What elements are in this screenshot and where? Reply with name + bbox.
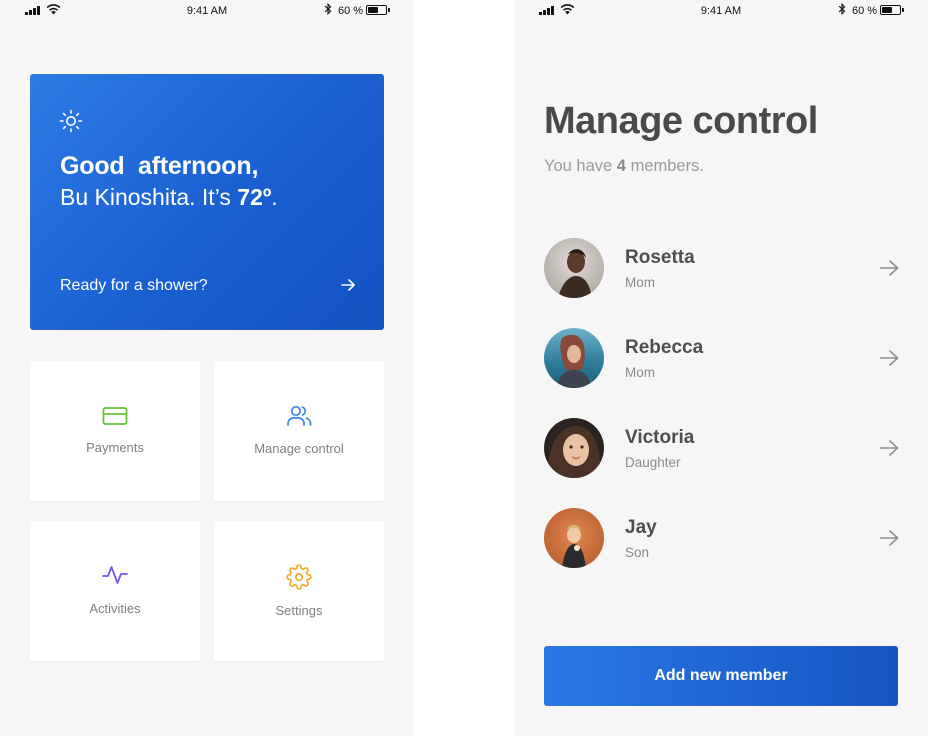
battery-icon xyxy=(366,5,390,15)
member-role: Mom xyxy=(625,365,655,380)
member-row-victoria[interactable]: Victoria Daughter xyxy=(544,418,900,478)
battery-level xyxy=(368,7,378,13)
manage-control-screen: 9:41 AM 60 % Manage control You have 4 m… xyxy=(514,0,928,736)
status-bar: 9:41 AM 60 % xyxy=(0,0,414,22)
member-name: Rebecca xyxy=(625,337,704,358)
payments-tile[interactable]: Payments xyxy=(30,361,200,501)
arrow-right-icon[interactable] xyxy=(879,439,899,457)
avatar xyxy=(544,508,604,568)
status-bar: 9:41 AM 60 % xyxy=(514,0,928,22)
manage-control-tile[interactable]: Manage control xyxy=(214,361,384,501)
payments-label: Payments xyxy=(86,440,144,455)
member-count: 4 xyxy=(616,157,626,175)
subtitle-suffix: members. xyxy=(625,157,704,175)
arrow-right-icon[interactable] xyxy=(879,259,899,277)
gear-icon xyxy=(286,564,312,590)
bluetooth-icon xyxy=(838,3,846,15)
greeting-card: Good afternoon, Bu Kinoshita. It’s 72º. … xyxy=(30,74,384,330)
home-screen: 9:41 AM 60 % Good afternoon, Bu Kinoshit… xyxy=(0,0,414,736)
member-name: Jay xyxy=(625,517,657,538)
users-icon xyxy=(287,405,312,426)
arrow-right-icon[interactable] xyxy=(879,529,899,547)
member-role: Son xyxy=(625,545,650,560)
settings-tile[interactable]: Settings xyxy=(214,521,384,661)
sun-icon xyxy=(59,109,83,133)
member-row-rebecca[interactable]: Rebecca Mom xyxy=(544,328,900,388)
activities-label: Activities xyxy=(89,601,141,616)
greeting-subtitle: Bu Kinoshita. It’s 72º. xyxy=(60,184,278,211)
arrow-right-icon[interactable] xyxy=(341,278,355,292)
battery-percent: 60 % xyxy=(852,5,878,17)
manage-control-label: Manage control xyxy=(254,441,344,456)
greeting-period: . xyxy=(271,184,278,210)
avatar xyxy=(544,238,604,298)
member-name: Victoria xyxy=(625,427,695,448)
member-name: Rosetta xyxy=(625,247,695,268)
bluetooth-icon xyxy=(324,3,332,15)
member-role: Daughter xyxy=(625,455,681,470)
page-title: Manage control xyxy=(544,100,818,142)
battery-level xyxy=(882,7,892,13)
members-count-text: You have 4 members. xyxy=(544,157,704,176)
member-role: Mom xyxy=(625,275,655,290)
shower-cta[interactable]: Ready for a shower? xyxy=(60,277,208,295)
battery-icon xyxy=(880,5,904,15)
avatar xyxy=(544,328,604,388)
credit-card-icon xyxy=(102,407,128,425)
avatar xyxy=(544,418,604,478)
greeting-word: Good xyxy=(60,152,125,180)
member-row-jay[interactable]: Jay Son xyxy=(544,508,900,568)
activities-tile[interactable]: Activities xyxy=(30,521,200,661)
greeting-comma: , xyxy=(251,152,259,180)
temperature: 72º xyxy=(237,184,272,210)
settings-label: Settings xyxy=(275,603,323,618)
greeting-time-of-day: afternoon xyxy=(137,152,252,180)
add-new-member-button[interactable]: Add new member xyxy=(544,646,898,706)
subtitle-prefix: You have xyxy=(544,157,617,175)
arrow-right-icon[interactable] xyxy=(879,349,899,367)
activity-icon xyxy=(102,566,128,584)
greeting-name: Bu Kinoshita. It’s xyxy=(60,184,238,210)
member-row-rosetta[interactable]: Rosetta Mom xyxy=(544,238,900,298)
greeting-title: Good afternoon, xyxy=(60,152,258,181)
battery-percent: 60 % xyxy=(338,5,364,17)
